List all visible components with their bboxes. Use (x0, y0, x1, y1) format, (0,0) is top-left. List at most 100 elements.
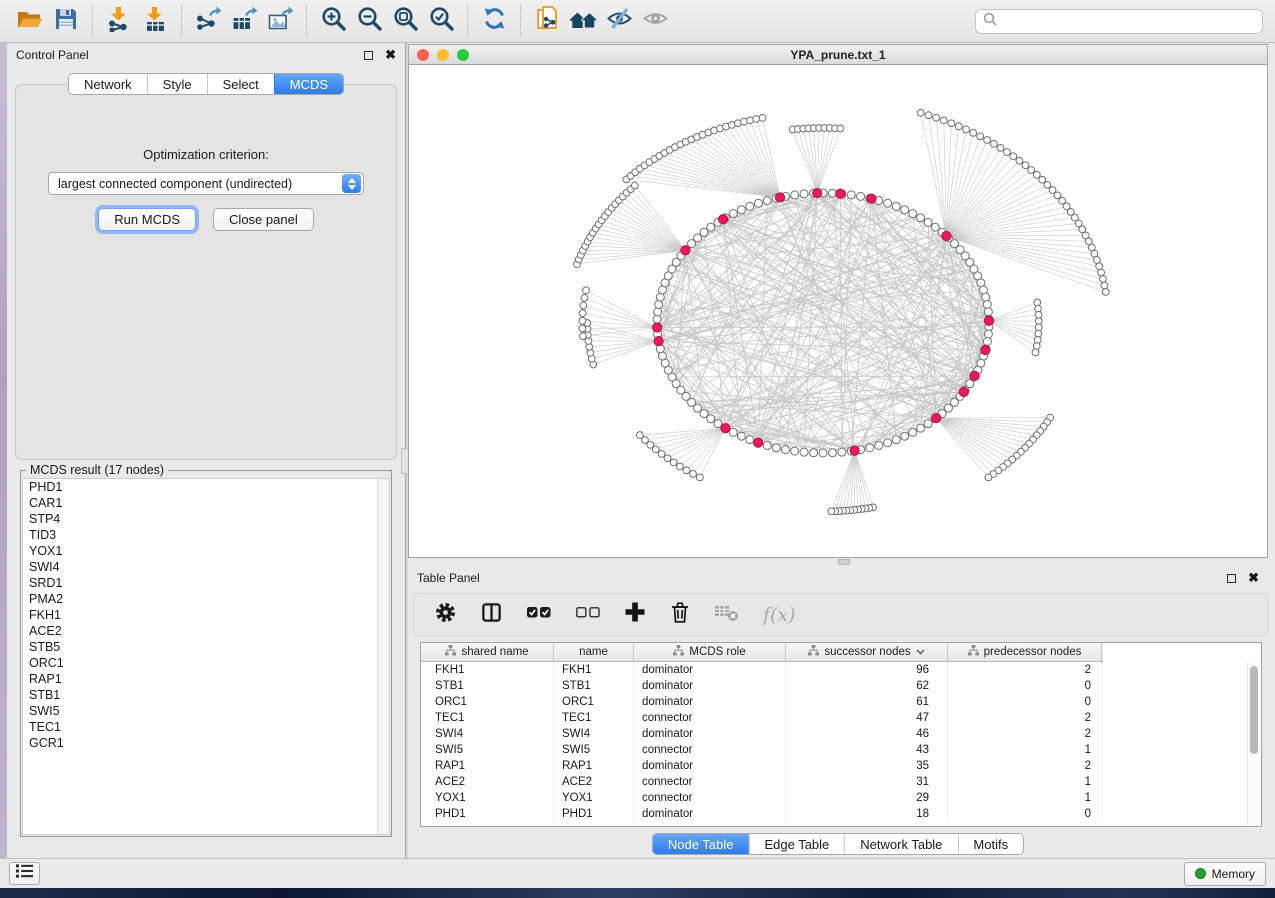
cell-predecessor-nodes: 0 (948, 678, 1102, 694)
memory-button[interactable]: Memory (1184, 862, 1266, 886)
save-session-button[interactable] (48, 3, 84, 39)
mcds-result-item[interactable]: RAP1 (23, 671, 389, 687)
zoom-fit-button[interactable] (387, 3, 423, 39)
hide-glasses-button[interactable] (601, 3, 637, 39)
mcds-result-item[interactable]: FKH1 (23, 607, 389, 623)
column-header-shared-name[interactable]: shared name (421, 643, 554, 661)
open-file-icon (16, 7, 44, 36)
export-image-button[interactable] (262, 3, 298, 39)
export-table-button[interactable] (226, 3, 262, 39)
column-header-name[interactable]: name (554, 643, 634, 661)
mcds-result-item[interactable]: SWI4 (23, 559, 389, 575)
table-row[interactable]: STB1STB1dominator620 (421, 678, 1261, 694)
mcds-result-item[interactable]: ACE2 (23, 623, 389, 639)
close-panel-icon[interactable]: ✖ (1248, 573, 1259, 583)
table-row[interactable]: TEC1TEC1connector472 (421, 710, 1261, 726)
cell-successor-nodes: 96 (786, 662, 948, 678)
import-network-button[interactable] (101, 3, 137, 39)
tab-network-table[interactable]: Network Table (844, 834, 957, 854)
mcds-result-item[interactable]: YOX1 (23, 543, 389, 559)
deselect-all-button[interactable] (575, 602, 601, 628)
tab-edge-table[interactable]: Edge Table (748, 834, 844, 854)
toolbar-separator (92, 5, 93, 37)
float-panel-icon[interactable] (364, 51, 373, 60)
table-row[interactable]: SWI4SWI4dominator462 (421, 726, 1261, 742)
import-table-button[interactable] (137, 3, 173, 39)
float-panel-icon[interactable] (1227, 574, 1236, 583)
tab-mcds[interactable]: MCDS (274, 74, 343, 94)
export-image-icon (267, 6, 294, 37)
table-row[interactable]: SWI5SWI5connector431 (421, 742, 1261, 758)
table-row[interactable]: ORC1ORC1dominator610 (421, 694, 1261, 710)
scrollbar-thumb[interactable] (1250, 666, 1258, 754)
table-row[interactable]: ACE2ACE2connector311 (421, 774, 1261, 790)
column-header-MCDS-role[interactable]: MCDS role (634, 643, 786, 661)
zoom-selected-button[interactable] (423, 3, 459, 39)
mcds-result-item[interactable]: STB1 (23, 687, 389, 703)
home-button[interactable] (565, 3, 601, 39)
table-row[interactable]: FKH1FKH1dominator962 (421, 662, 1261, 678)
run-mcds-button[interactable]: Run MCDS (98, 208, 196, 231)
mcds-result-item[interactable]: TEC1 (23, 719, 389, 735)
close-panel-icon[interactable]: ✖ (385, 50, 396, 60)
column-header-successor-nodes[interactable]: successor nodes (786, 643, 948, 661)
table-row[interactable]: YOX1YOX1connector291 (421, 790, 1261, 806)
add-button[interactable] (624, 601, 646, 628)
mcds-result-item[interactable]: TID3 (23, 527, 389, 543)
select-all-icon (526, 602, 552, 628)
import-network-icon (106, 6, 132, 37)
cell-MCDS-role: dominator (634, 806, 786, 822)
cell-shared-name: RAP1 (421, 758, 554, 774)
clone-network-button[interactable] (529, 3, 565, 39)
mcds-result-item[interactable]: CAR1 (23, 495, 389, 511)
desktop-wallpaper-strip (0, 888, 1275, 898)
close-panel-button[interactable]: Close panel (213, 208, 314, 231)
column-header-predecessor-nodes[interactable]: predecessor nodes (948, 643, 1102, 661)
mcds-result-item[interactable]: PHD1 (23, 479, 389, 495)
mcds-result-item[interactable]: STB5 (23, 639, 389, 655)
network-graph[interactable] (409, 65, 1268, 558)
cell-successor-nodes: 35 (786, 758, 948, 774)
task-history-button[interactable] (9, 862, 40, 885)
settings-gear-button[interactable] (434, 601, 457, 629)
save-session-icon (54, 7, 78, 36)
list-scrollbar[interactable] (377, 479, 389, 834)
select-all-button[interactable] (526, 602, 552, 628)
mcds-result-item[interactable]: STP4 (23, 511, 389, 527)
mcds-result-item[interactable]: GCR1 (23, 735, 389, 751)
zoom-out-button[interactable] (351, 3, 387, 39)
criterion-select[interactable]: largest connected component (undirected) (48, 172, 364, 195)
mcds-result-item[interactable]: ORC1 (23, 655, 389, 671)
split-panel-button[interactable] (480, 601, 503, 629)
cell-predecessor-nodes: 1 (948, 774, 1102, 790)
export-network-button[interactable] (190, 3, 226, 39)
splitter-handle[interactable] (838, 559, 850, 565)
cell-shared-name: TEC1 (421, 710, 554, 726)
table-panel-titlebar: Table Panel ✖ (408, 566, 1268, 588)
cell-shared-name: ACE2 (421, 774, 554, 790)
search-input[interactable] (1002, 13, 1255, 29)
refresh-button[interactable] (476, 3, 512, 39)
mcds-result-item[interactable]: SRD1 (23, 575, 389, 591)
tab-style[interactable]: Style (147, 74, 207, 94)
horizontal-splitter[interactable] (408, 558, 1268, 566)
network-view[interactable] (408, 65, 1268, 558)
table-row[interactable]: PHD1PHD1dominator180 (421, 806, 1261, 822)
cell-MCDS-role: connector (634, 790, 786, 806)
cell-name: YOX1 (554, 790, 634, 806)
zoom-in-button[interactable] (315, 3, 351, 39)
mcds-result-group: MCDS result (17 nodes) PHD1CAR1STP4TID3Y… (20, 463, 392, 837)
delete-button[interactable] (669, 600, 691, 629)
tab-node-table[interactable]: Node Table (653, 834, 749, 854)
network-window: YPA_prune.txt_1 (408, 44, 1268, 558)
tab-select[interactable]: Select (207, 74, 274, 94)
mcds-result-item[interactable]: PMA2 (23, 591, 389, 607)
open-file-button[interactable] (12, 3, 48, 39)
sort-desc-icon (916, 646, 925, 658)
mcds-result-item[interactable]: SWI5 (23, 703, 389, 719)
tab-motifs[interactable]: Motifs (957, 834, 1023, 854)
tab-network[interactable]: Network (69, 74, 147, 94)
cell-shared-name: SWI4 (421, 726, 554, 742)
table-scrollbar[interactable] (1247, 663, 1260, 825)
table-row[interactable]: RAP1RAP1dominator352 (421, 758, 1261, 774)
